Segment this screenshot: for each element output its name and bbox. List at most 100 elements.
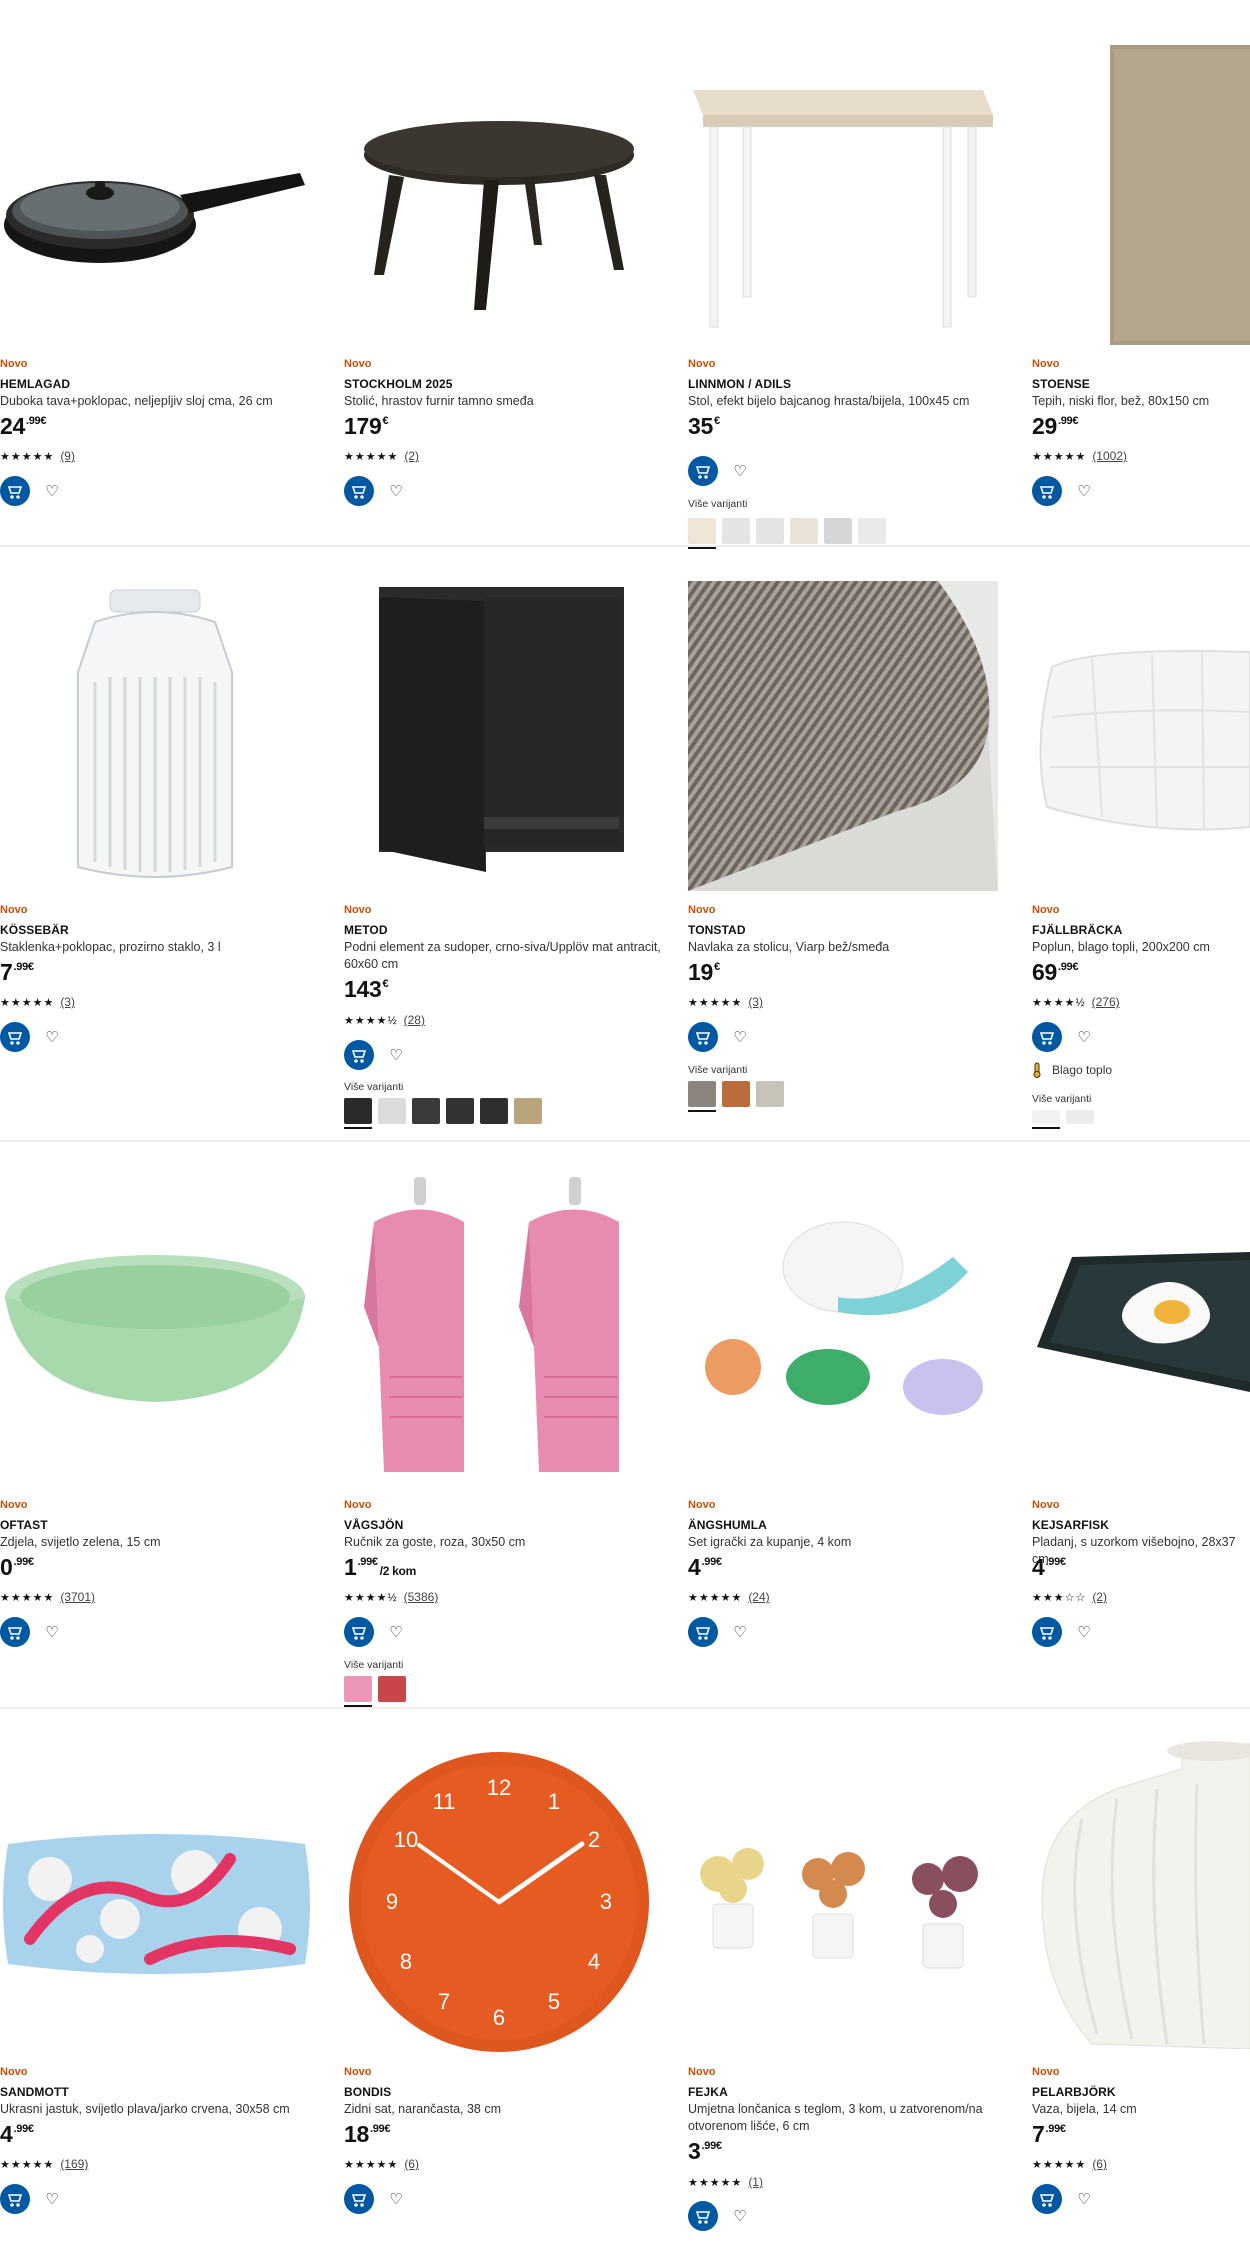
product-image-bath-toys[interactable]	[688, 1172, 998, 1482]
add-to-cart-button[interactable]	[344, 2184, 374, 2214]
product-image-cushion[interactable]	[0, 1749, 310, 2059]
product-card-vagsjon[interactable]: Novo VÅGSJÖN Ručnik za goste, roza, 30x5…	[344, 1142, 674, 1707]
product-image-plants[interactable]	[688, 1749, 998, 2059]
product-name[interactable]: STOENSE	[1032, 377, 1090, 391]
favourite-heart-icon[interactable]: ♡	[730, 1623, 750, 1641]
add-to-cart-button[interactable]	[0, 1617, 30, 1647]
product-rating[interactable]: ★★★★★ (3)	[0, 995, 75, 1009]
product-rating[interactable]: ★★★★★ (3701)	[0, 1590, 95, 1604]
variant-swatch[interactable]	[722, 1081, 750, 1107]
favourite-heart-icon[interactable]: ♡	[386, 2190, 406, 2208]
product-name[interactable]: KEJSARFISK	[1032, 1518, 1109, 1532]
product-image-coffee-table[interactable]	[344, 40, 654, 350]
product-name[interactable]: ÄNGSHUMLA	[688, 1518, 767, 1532]
add-to-cart-button[interactable]	[688, 456, 718, 486]
product-image-tray[interactable]	[1032, 1172, 1250, 1482]
product-card-bondis[interactable]: 12 1 2 3 4567 8 9 10 11 Novo BONDIS Zidni sat,…	[344, 1709, 674, 2239]
product-card-fejka[interactable]: Novo FEJKA Umjetna lončanica s teglom, 3…	[688, 1709, 1018, 2239]
favourite-heart-icon[interactable]: ♡	[1074, 482, 1094, 500]
product-rating[interactable]: ★★★★½ (28)	[344, 1013, 425, 1027]
add-to-cart-button[interactable]	[0, 1022, 30, 1052]
product-rating[interactable]: ★★★★★ (6)	[344, 2157, 419, 2171]
product-rating[interactable]: ★★★★★ (24)	[688, 1590, 770, 1604]
product-name[interactable]: PELARBJÖRK	[1032, 2085, 1116, 2099]
product-rating[interactable]: ★★★★½ (276)	[1032, 995, 1120, 1009]
product-name[interactable]: STOCKHOLM 2025	[344, 377, 453, 391]
add-to-cart-button[interactable]	[1032, 476, 1062, 506]
variant-swatch[interactable]	[824, 518, 852, 544]
product-image-fabric[interactable]	[688, 581, 998, 891]
product-image-glass-jar[interactable]	[0, 582, 310, 892]
product-card-stockholm[interactable]: Novo STOCKHOLM 2025 Stolić, hrastov furn…	[344, 0, 674, 540]
product-card-oftast[interactable]: Novo OFTAST Zdjela, svijetlo zelena, 15 …	[0, 1142, 330, 1707]
variant-swatch[interactable]	[858, 518, 886, 544]
variant-swatch[interactable]	[514, 1098, 542, 1124]
product-card-angshumla[interactable]: Novo ÄNGSHUMLA Set igrački za kupanje, 4…	[688, 1142, 1018, 1707]
add-to-cart-button[interactable]	[344, 1617, 374, 1647]
product-image-green-bowl[interactable]	[0, 1172, 310, 1482]
product-card-hemlagad[interactable]: Novo HEMLAGAD Duboka tava+poklopac, nelj…	[0, 0, 330, 540]
product-image-frying-pan[interactable]	[0, 40, 310, 350]
favourite-heart-icon[interactable]: ♡	[730, 2207, 750, 2225]
product-name[interactable]: VÅGSJÖN	[344, 1518, 403, 1532]
product-rating[interactable]: ★★★★★ (6)	[1032, 2157, 1107, 2171]
product-image-duvet[interactable]	[1032, 582, 1250, 892]
product-card-stoense[interactable]: Novo STOENSE Tepih, niski flor, bež, 80x…	[1032, 0, 1250, 540]
variant-swatch[interactable]	[722, 518, 750, 544]
product-rating[interactable]: ★★★★★ (1)	[688, 2175, 763, 2189]
variant-swatch[interactable]	[378, 1676, 406, 1702]
favourite-heart-icon[interactable]: ♡	[42, 1623, 62, 1641]
add-to-cart-button[interactable]	[344, 476, 374, 506]
favourite-heart-icon[interactable]: ♡	[1074, 1623, 1094, 1641]
variant-swatch[interactable]	[688, 518, 716, 549]
product-image-cabinet[interactable]	[344, 582, 654, 892]
product-name[interactable]: METOD	[344, 923, 388, 937]
favourite-heart-icon[interactable]: ♡	[386, 1046, 406, 1064]
variant-swatch[interactable]	[378, 1098, 406, 1124]
add-to-cart-button[interactable]	[1032, 1617, 1062, 1647]
favourite-heart-icon[interactable]: ♡	[730, 462, 750, 480]
variant-swatch[interactable]	[344, 1098, 372, 1129]
product-rating[interactable]: ★★★★½ (5386)	[344, 1590, 438, 1604]
product-name[interactable]: BONDIS	[344, 2085, 391, 2099]
product-rating[interactable]: ★★★☆☆ (2)	[1032, 1590, 1107, 1604]
product-name[interactable]: FJÄLLBRÄCKA	[1032, 923, 1122, 937]
favourite-heart-icon[interactable]: ♡	[730, 1028, 750, 1046]
favourite-heart-icon[interactable]: ♡	[1074, 1028, 1094, 1046]
add-to-cart-button[interactable]	[0, 2184, 30, 2214]
variant-swatch[interactable]	[412, 1098, 440, 1124]
product-rating[interactable]: ★★★★★ (1002)	[1032, 449, 1127, 463]
product-name[interactable]: FEJKA	[688, 2085, 728, 2099]
add-to-cart-button[interactable]	[688, 2201, 718, 2231]
variant-swatch[interactable]	[344, 1676, 372, 1707]
product-card-fjallbracka[interactable]: Novo FJÄLLBRÄCKA Poplun, blago topli, 20…	[1032, 547, 1250, 1137]
add-to-cart-button[interactable]	[0, 476, 30, 506]
favourite-heart-icon[interactable]: ♡	[42, 2190, 62, 2208]
add-to-cart-button[interactable]	[1032, 1022, 1062, 1052]
product-card-tonstad[interactable]: Novo TONSTAD Navlaka za stolicu, Viarp b…	[688, 547, 1018, 1137]
favourite-heart-icon[interactable]: ♡	[386, 1623, 406, 1641]
variant-swatch[interactable]	[756, 1081, 784, 1107]
variant-swatch[interactable]	[446, 1098, 474, 1124]
variant-swatch[interactable]	[1066, 1110, 1094, 1124]
product-name[interactable]: KÖSSEBÄR	[0, 923, 69, 937]
product-rating[interactable]: ★★★★★ (169)	[0, 2157, 88, 2171]
product-name[interactable]: LINNMON / ADILS	[688, 377, 791, 391]
product-image-pink-towels[interactable]	[344, 1172, 654, 1482]
product-card-kejsarfisk[interactable]: Novo KEJSARFISK Pladanj, s uzorkom višeb…	[1032, 1142, 1250, 1707]
favourite-heart-icon[interactable]: ♡	[42, 482, 62, 500]
add-to-cart-button[interactable]	[344, 1040, 374, 1070]
product-image-vase[interactable]	[1032, 1739, 1250, 2049]
product-rating[interactable]: ★★★★★ (3)	[688, 995, 763, 1009]
product-card-sandmott[interactable]: Novo SANDMOTT Ukrasni jastuk, svijetlo p…	[0, 1709, 330, 2239]
favourite-heart-icon[interactable]: ♡	[42, 1028, 62, 1046]
variant-swatch[interactable]	[756, 518, 784, 544]
product-name[interactable]: OFTAST	[0, 1518, 48, 1532]
favourite-heart-icon[interactable]: ♡	[386, 482, 406, 500]
variant-swatch[interactable]	[1032, 1110, 1060, 1129]
add-to-cart-button[interactable]	[1032, 2184, 1062, 2214]
product-card-pelarbjork[interactable]: Novo PELARBJÖRK Vaza, bijela, 14 cm 7.99…	[1032, 1709, 1250, 2239]
product-rating[interactable]: ★★★★★ (2)	[344, 449, 419, 463]
variant-swatch[interactable]	[688, 1081, 716, 1112]
product-image-desk[interactable]	[688, 40, 998, 350]
